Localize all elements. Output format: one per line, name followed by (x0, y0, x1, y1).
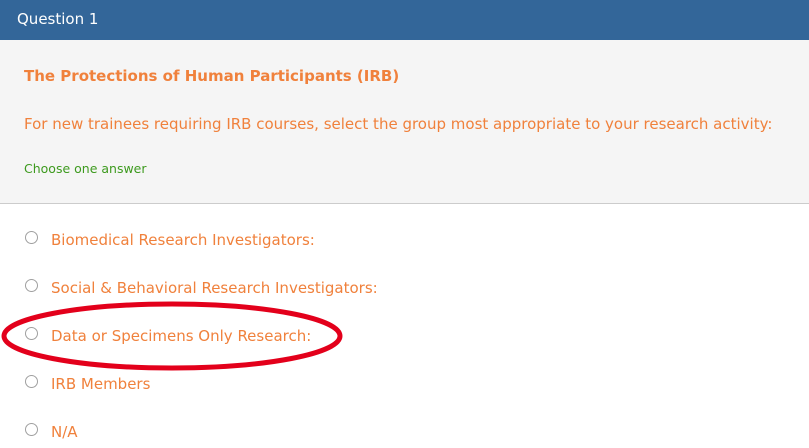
radio-button[interactable] (25, 327, 38, 340)
radio-button[interactable] (25, 375, 38, 388)
question-panel: The Protections of Human Participants (I… (0, 40, 809, 204)
radio-button[interactable] (25, 231, 38, 244)
radio-button[interactable] (25, 423, 38, 436)
question-text: For new trainees requiring IRB courses, … (24, 115, 773, 133)
option-label[interactable]: Social & Behavioral Research Investigato… (51, 278, 378, 298)
answer-hint: Choose one answer (24, 161, 147, 176)
question-header: Question 1 (0, 0, 809, 40)
option-label[interactable]: Data or Specimens Only Research: (51, 326, 311, 346)
option-label[interactable]: Biomedical Research Investigators: (51, 230, 315, 250)
option-label[interactable]: IRB Members (51, 374, 150, 394)
question-title: The Protections of Human Participants (I… (24, 67, 400, 85)
option-label[interactable]: N/A (51, 422, 78, 442)
radio-button[interactable] (25, 279, 38, 292)
quiz-page: Question 1 The Protections of Human Part… (0, 0, 809, 448)
question-number: Question 1 (17, 10, 99, 28)
